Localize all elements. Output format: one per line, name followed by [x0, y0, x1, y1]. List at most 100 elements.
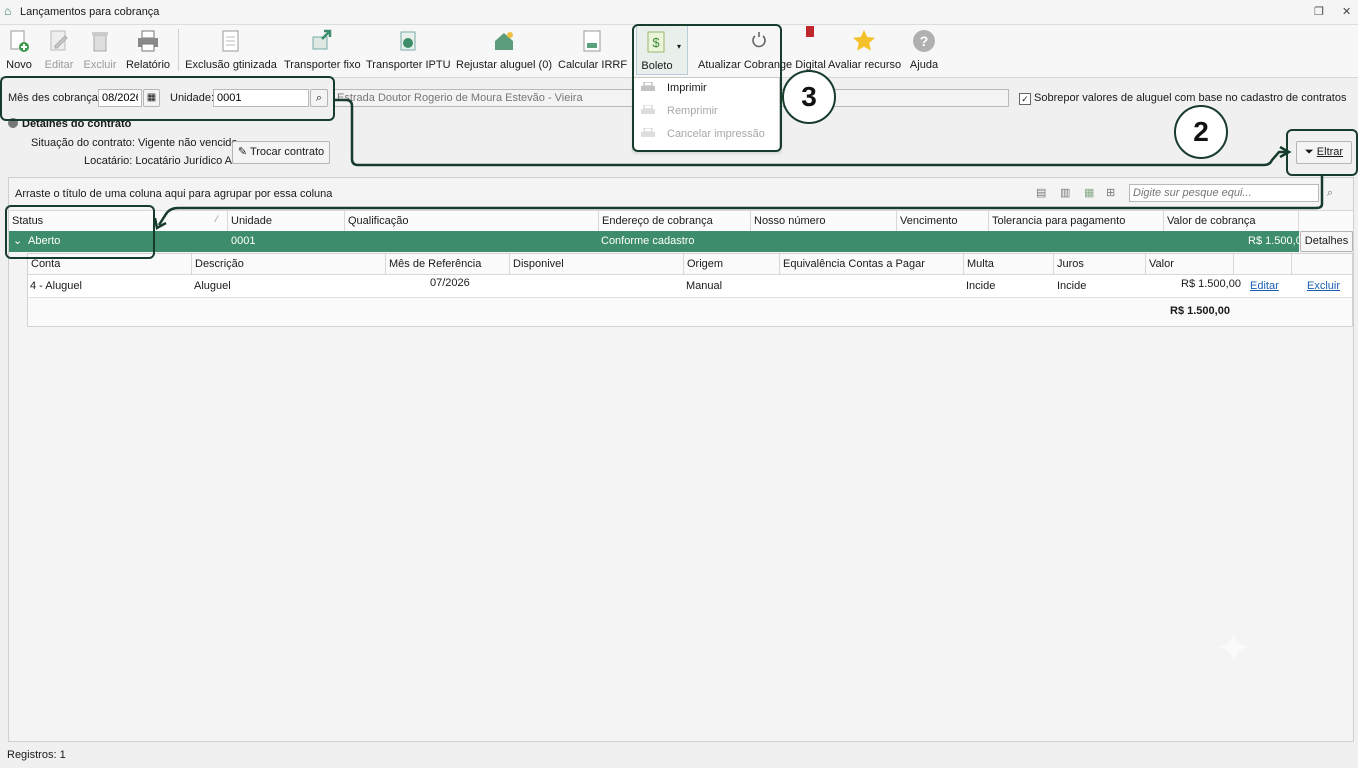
- edit-pencil-icon: ✎: [237, 146, 248, 158]
- subcol-equivalencia[interactable]: Equivalência Contas a Pagar: [780, 254, 964, 274]
- col-vencimento[interactable]: Vencimento: [897, 211, 989, 231]
- transporter-fixo-button[interactable]: Transporter fixo: [284, 25, 361, 75]
- chart-icon[interactable]: ⊞: [1106, 186, 1115, 199]
- sub-origem: Manual: [686, 280, 723, 292]
- notification-badge-icon: [806, 26, 814, 37]
- subcol-multa[interactable]: Multa: [964, 254, 1054, 274]
- sub-descricao: Aluguel: [194, 280, 231, 292]
- grid-search-input[interactable]: [1129, 184, 1319, 202]
- list-item[interactable]: 4 - Aluguel Aluguel 07/2026 Manual Incid…: [28, 275, 1352, 298]
- excluir-button[interactable]: Excluir: [82, 25, 118, 75]
- annotation-status-box: [5, 205, 155, 259]
- avaliar-recurso-label: Avaliar recurso: [828, 59, 902, 71]
- subgrid-header: Conta Descrição Mês de Referência Dispon…: [28, 254, 1352, 275]
- sub-mes-ref: 07/2026: [430, 277, 470, 289]
- editar-label: Editar: [44, 59, 74, 71]
- printer-icon: [138, 30, 158, 52]
- sobrepor-label: Sobrepor valores de aluguel com base no …: [1034, 92, 1347, 104]
- transfer-icon: [312, 29, 332, 50]
- transporter-fixo-label: Transporter fixo: [284, 59, 361, 71]
- excel-icon[interactable]: ▦: [1084, 186, 1094, 199]
- transporter-iptu-label: Transporter IPTU: [366, 59, 451, 71]
- exclusao-label: Exclusão gtinizada: [185, 59, 277, 71]
- exclusao-button[interactable]: Exclusão gtinizada: [184, 25, 278, 75]
- subcol-descricao[interactable]: Descrição: [192, 254, 386, 274]
- restore-icon[interactable]: ❐: [1314, 5, 1324, 18]
- ajuda-button[interactable]: ? Ajuda: [906, 25, 942, 75]
- transporter-iptu-button[interactable]: Transporter IPTU: [366, 25, 451, 75]
- subcol-valor[interactable]: Valor: [1146, 254, 1234, 274]
- grid-header: Status ⁄ Unidade Qualificação Endereço d…: [9, 210, 1353, 232]
- annotation-number-3: 3: [782, 70, 836, 124]
- avaliar-recurso-button[interactable]: Avaliar recurso: [828, 25, 902, 75]
- toolbar-divider: [178, 29, 179, 71]
- sub-multa: Incide: [966, 280, 996, 292]
- relatorio-button[interactable]: Relatório: [124, 25, 172, 75]
- locatario-text: Locatário: Locatário Jurídico A: [84, 155, 232, 167]
- sub-juros: Incide: [1057, 280, 1087, 292]
- col-valor[interactable]: Valor de cobrança: [1164, 211, 1299, 231]
- close-icon[interactable]: ✕: [1342, 5, 1351, 18]
- detail-subgrid: Conta Descrição Mês de Referência Dispon…: [27, 253, 1353, 327]
- col-nosso-numero[interactable]: Nosso número: [751, 211, 897, 231]
- calcular-irrf-label: Calcular IRRF: [558, 59, 628, 71]
- window-title: Lançamentos para cobrança: [20, 6, 160, 18]
- svg-text:?: ?: [920, 33, 929, 49]
- sub-valor: R$ 1.500,00: [1181, 278, 1241, 290]
- sparkle-watermark-icon: ✦: [1215, 624, 1252, 673]
- sub-conta: 4 - Aluguel: [30, 280, 82, 292]
- col-tolerancia[interactable]: Tolerancia para pagamento: [989, 211, 1164, 231]
- relatorio-label: Relatório: [125, 59, 171, 71]
- subcol-origem[interactable]: Origem: [684, 254, 780, 274]
- col-qualificacao[interactable]: Qualificação: [345, 211, 599, 231]
- ajuda-label: Ajuda: [909, 59, 939, 71]
- trocar-contrato-button[interactable]: ✎ Trocar contrato: [232, 141, 330, 164]
- situacao-text: Situação do contrato: Vigente não vencid…: [31, 137, 238, 149]
- export-icon[interactable]: ▤: [1036, 186, 1046, 199]
- trash-icon: [92, 32, 108, 52]
- excluir-link[interactable]: Excluir: [1307, 276, 1340, 296]
- calcular-irrf-button[interactable]: Calcular IRRF: [558, 25, 628, 75]
- table-row[interactable]: ⌄ Aberto 0001 Conforme cadastro R$ 1.500…: [9, 231, 1308, 252]
- registros-count: Registros: 1: [7, 749, 66, 761]
- grid-search-icon[interactable]: ⌕: [1321, 184, 1339, 202]
- new-document-icon: [10, 30, 29, 52]
- row-endereco: Conforme cadastro: [601, 235, 695, 247]
- document-grid-icon: [222, 30, 239, 52]
- novo-button[interactable]: Novo: [2, 25, 36, 75]
- home-icon: ⌂: [4, 4, 12, 18]
- trocar-contrato-label: Trocar contrato: [249, 146, 325, 158]
- reajustar-button[interactable]: Rejustar aluguel (0): [454, 25, 554, 75]
- group-hint: Arraste o título de uma coluna aqui para…: [15, 188, 333, 200]
- reajustar-label: Rejustar aluguel (0): [456, 59, 552, 71]
- editar-link[interactable]: Editar: [1250, 276, 1279, 296]
- annotation-boleto-box: [632, 24, 782, 152]
- title-bar: ⌂ Lançamentos para cobrança ❐ ✕: [0, 0, 1358, 25]
- subcol-mes-ref[interactable]: Mês de Referência: [386, 254, 510, 274]
- col-unidade[interactable]: Unidade: [228, 211, 345, 231]
- billing-grid: Arraste o título de uma coluna aqui para…: [8, 177, 1354, 742]
- transfer-document-icon: [400, 31, 416, 51]
- help-icon: ?: [913, 30, 935, 52]
- excluir-label: Excluir: [83, 59, 117, 71]
- total-value: R$ 1.500,00: [1170, 305, 1230, 317]
- annotation-number-2: 2: [1174, 105, 1228, 159]
- columns-icon[interactable]: ▥: [1060, 186, 1070, 199]
- annotation-filtrar-box: [1286, 129, 1358, 176]
- row-unidade: 0001: [231, 235, 256, 247]
- editar-button[interactable]: Editar: [40, 25, 78, 75]
- col-endereco[interactable]: Endereço de cobrança: [599, 211, 751, 231]
- edit-icon: [50, 30, 68, 51]
- subcol-editar: [1234, 254, 1292, 274]
- detalhes-button[interactable]: Detalhes: [1300, 231, 1353, 252]
- calculator-icon: [583, 30, 601, 52]
- row-valor: R$ 1.500,00: [1248, 235, 1308, 247]
- house-icon: [495, 32, 513, 50]
- star-icon: [853, 30, 875, 51]
- sobrepor-checkbox[interactable]: ✓: [1019, 93, 1031, 105]
- subcol-juros[interactable]: Juros: [1054, 254, 1146, 274]
- novo-label: Novo: [6, 59, 32, 71]
- annotation-filter-box: [0, 76, 335, 121]
- sort-indicator-icon: ⁄: [216, 214, 218, 224]
- subcol-disponivel[interactable]: Disponivel: [510, 254, 684, 274]
